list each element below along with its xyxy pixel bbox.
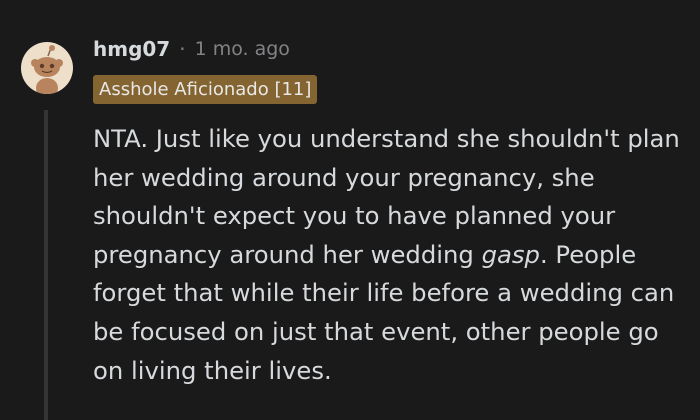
thread-collapse-line[interactable] (44, 110, 48, 420)
author-username[interactable]: hmg07 (93, 37, 170, 61)
comment: hmg07 · 1 mo. ago Asshole Aficionado [11… (0, 0, 700, 420)
user-avatar[interactable] (21, 42, 73, 94)
meta-separator: · (179, 37, 186, 61)
comment-body: NTA. Just like you understand she should… (93, 120, 683, 390)
comment-body-emphasis: gasp (481, 239, 540, 269)
comment-meta: hmg07 · 1 mo. ago (93, 34, 290, 64)
user-flair: Asshole Aficionado [11] (93, 75, 318, 104)
comment-timestamp[interactable]: 1 mo. ago (195, 38, 290, 60)
snoo-avatar-icon (31, 45, 63, 94)
